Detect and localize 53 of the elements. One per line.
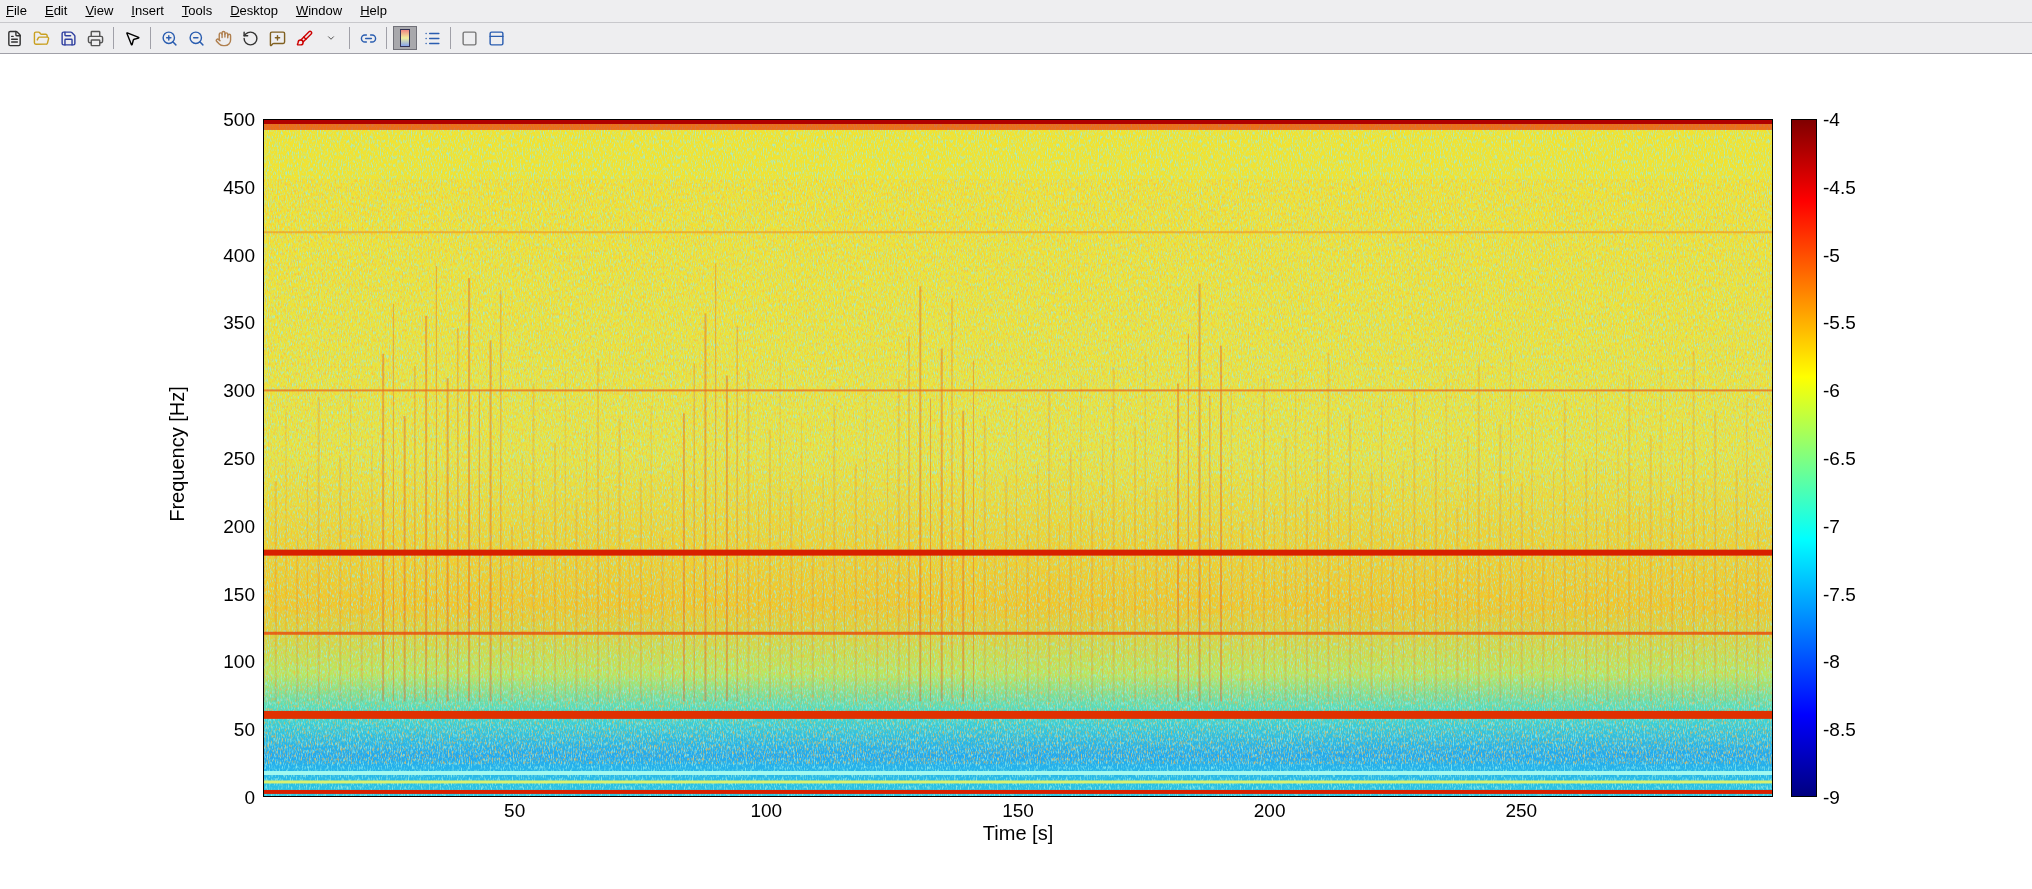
y-tick-label: 500	[223, 110, 255, 129]
colorbar-tick-label: -6.5	[1823, 449, 1856, 468]
y-tick-label: 0	[244, 788, 255, 807]
toolbar-button[interactable]	[393, 26, 417, 50]
zoom-out-icon	[187, 29, 205, 47]
hand-icon	[214, 29, 232, 47]
menu-item[interactable]: View	[85, 1, 114, 21]
colorbar-tick-label: -5	[1823, 245, 1840, 265]
menu-item[interactable]: Insert	[131, 1, 164, 21]
rotate-icon	[241, 29, 259, 47]
menu-item[interactable]: Tools	[181, 1, 213, 21]
menu-item[interactable]: Desktop	[230, 1, 278, 21]
x-tick-label: 50	[504, 801, 526, 820]
y-tick-label: 400	[223, 245, 255, 265]
menu-item[interactable]: Edit	[44, 1, 68, 21]
y-tick-label: 350	[223, 313, 255, 333]
colorbar-tick-label: -9	[1823, 788, 1840, 807]
colorbar-tick-label: -5.5	[1823, 313, 1856, 333]
colorbar-icon	[400, 29, 410, 47]
colorbar-tick-label: -4.5	[1823, 177, 1856, 197]
data-cursor-icon	[268, 29, 286, 47]
pointer-icon	[123, 29, 141, 47]
zoom-in-icon	[160, 29, 178, 47]
menu-item[interactable]: Help	[360, 1, 387, 21]
menu-item[interactable]: File	[6, 1, 27, 21]
menu-item[interactable]: Window	[295, 1, 343, 21]
x-tick-label: 250	[1505, 801, 1538, 820]
caret-icon	[326, 33, 336, 43]
colorbar-tick-label: -4	[1823, 110, 1840, 129]
x-axis-label: Time [s]	[982, 823, 1054, 843]
y-tick-label: 300	[223, 381, 255, 401]
brush-icon	[295, 29, 313, 47]
x-tick-label: 100	[750, 801, 783, 820]
x-tick-label: 150	[1002, 801, 1034, 820]
y-tick-label: 50	[233, 720, 255, 740]
y-tick-label: 100	[223, 652, 255, 672]
y-axis-label: Frequency [Hz]	[165, 386, 190, 522]
colorbar-tick-label: -8.5	[1823, 720, 1856, 740]
colorbar-tick-label: -7.5	[1823, 584, 1856, 604]
y-tick-label: 150	[223, 584, 255, 604]
colorbar-tick-label: -7	[1823, 516, 1840, 536]
panel-icon	[487, 29, 505, 47]
colorbar-tick-label: -6	[1823, 381, 1840, 401]
save-icon	[59, 29, 77, 47]
y-tick-label: 450	[223, 177, 255, 197]
colorbar-tick-label: -8	[1823, 652, 1840, 672]
y-tick-label: 250	[223, 449, 255, 468]
folder-icon	[32, 29, 50, 47]
new-file-icon	[5, 29, 23, 47]
y-tick-label: 200	[223, 516, 255, 536]
print-icon	[86, 29, 104, 47]
square-icon	[460, 29, 478, 47]
x-tick-label: 200	[1253, 801, 1286, 820]
